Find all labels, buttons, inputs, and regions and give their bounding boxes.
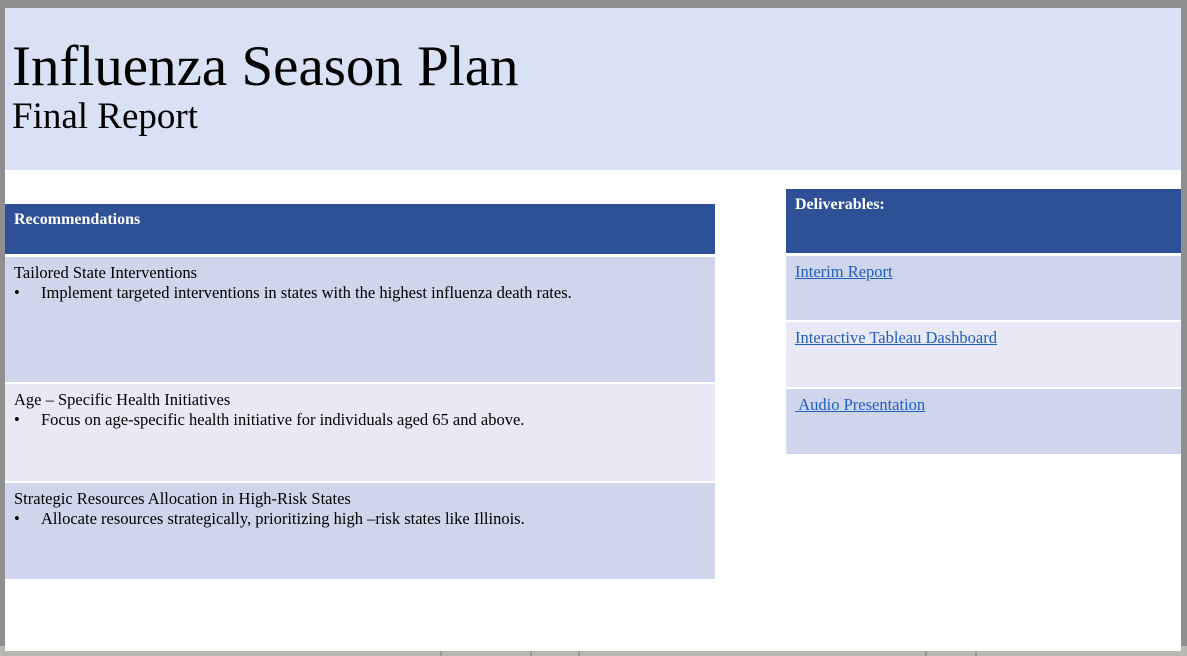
audio-presentation-link[interactable]: Audio Presentation (795, 395, 925, 414)
recommendation-bullet-text: Focus on age-specific health initiative … (41, 410, 525, 429)
recommendation-bullet: • Focus on age-specific health initiativ… (14, 410, 706, 430)
interim-report-link[interactable]: Interim Report (795, 262, 893, 281)
slide-title: Influenza Season Plan (12, 35, 519, 98)
title-band: Influenza Season Plan Final Report (5, 8, 1181, 170)
deliverable-row: Interim Report (786, 256, 1181, 322)
recommendation-bullet-text: Allocate resources strategically, priori… (41, 509, 525, 528)
slide: Influenza Season Plan Final Report Recom… (5, 8, 1181, 651)
recommendation-heading: Tailored State Interventions (14, 263, 198, 282)
deliverables-header: Deliverables: (786, 189, 1181, 256)
bullet-marker: • (14, 509, 20, 528)
recommendation-heading: Strategic Resources Allocation in High-R… (14, 489, 351, 508)
deliverable-row: Audio Presentation (786, 389, 1181, 456)
recommendation-bullet-text: Implement targeted interventions in stat… (41, 283, 572, 302)
bullet-marker: • (14, 410, 20, 429)
bullet-marker: • (14, 283, 20, 302)
recommendation-row: Tailored State Interventions • Implement… (5, 257, 715, 384)
deliverables-table: Deliverables: Interim Report Interactive… (786, 189, 1181, 456)
deliverable-row: Interactive Tableau Dashboard (786, 322, 1181, 389)
recommendation-row: Age – Specific Health Initiatives • Focu… (5, 384, 715, 483)
slide-subtitle: Final Report (12, 96, 199, 137)
tableau-dashboard-link[interactable]: Interactive Tableau Dashboard (795, 328, 997, 347)
recommendation-bullet: • Implement targeted interventions in st… (14, 283, 706, 303)
recommendation-heading: Age – Specific Health Initiatives (14, 390, 231, 409)
recommendations-header: Recommendations (5, 204, 715, 257)
recommendations-table: Recommendations Tailored State Intervent… (5, 204, 715, 581)
recommendation-bullet: • Allocate resources strategically, prio… (14, 509, 706, 529)
recommendation-row: Strategic Resources Allocation in High-R… (5, 483, 715, 581)
